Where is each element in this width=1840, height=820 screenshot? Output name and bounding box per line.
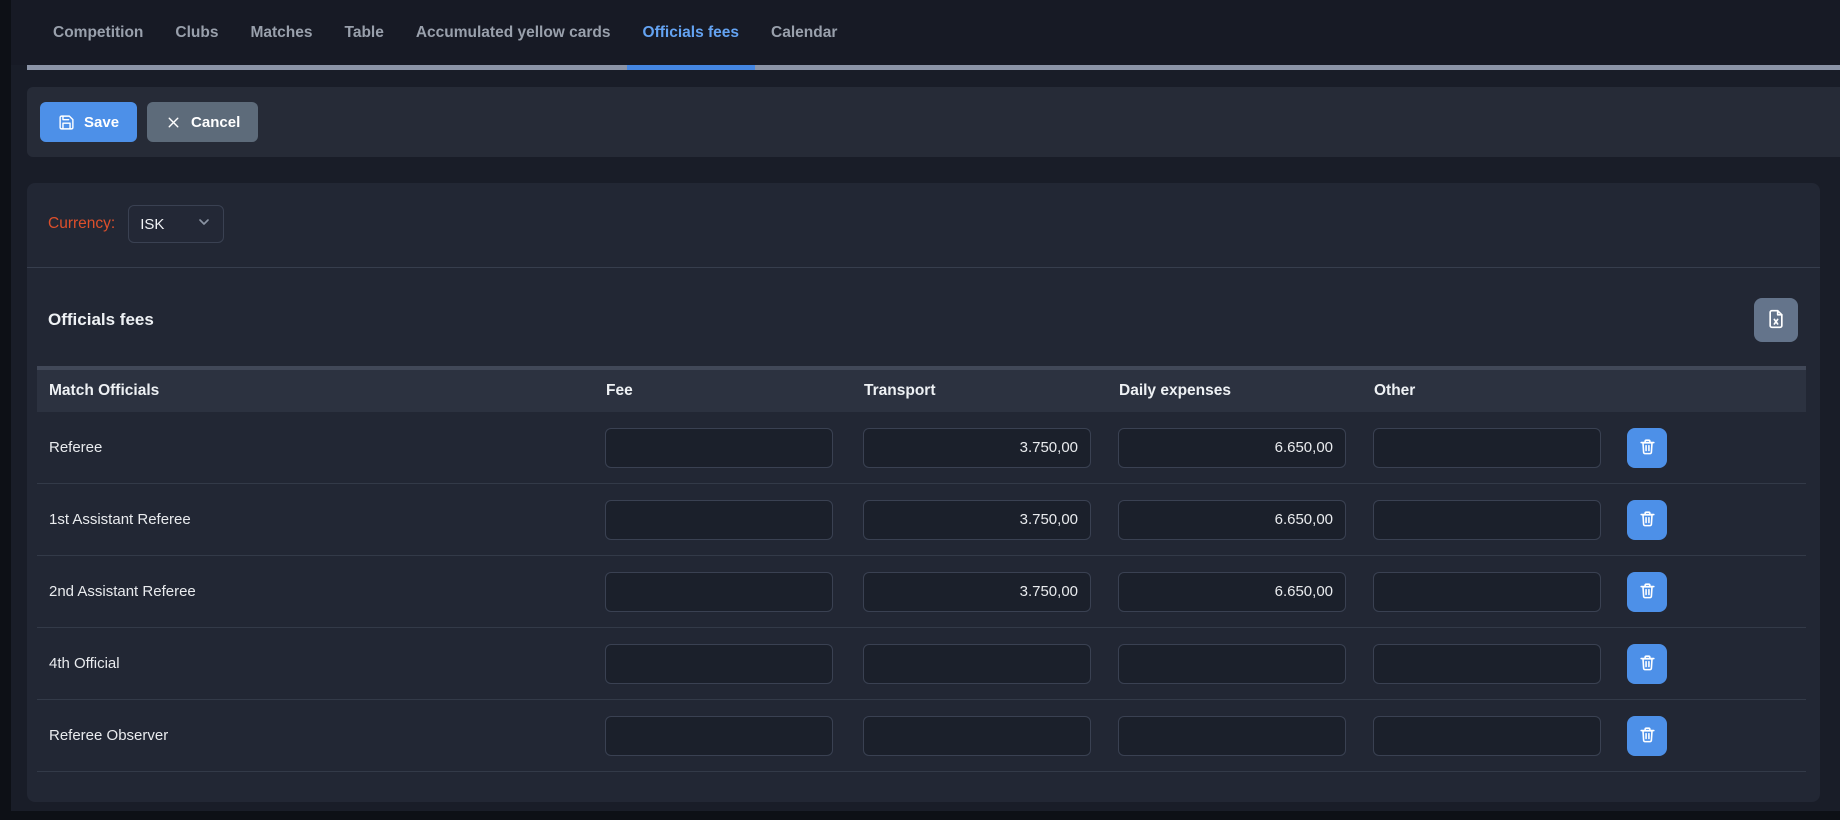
fee-input[interactable] <box>605 500 833 540</box>
transport-input[interactable] <box>863 716 1091 756</box>
tab-matches[interactable]: Matches <box>234 0 328 65</box>
daily-expenses-input[interactable] <box>1118 716 1346 756</box>
save-button-label: Save <box>84 114 119 131</box>
fee-input[interactable] <box>605 572 833 612</box>
daily-expenses-input[interactable] <box>1118 428 1346 468</box>
daily-expenses-input[interactable] <box>1118 572 1346 612</box>
transport-input[interactable] <box>863 644 1091 684</box>
other-input[interactable] <box>1373 572 1601 612</box>
table-row: 1st Assistant Referee <box>37 484 1806 556</box>
delete-row-button[interactable] <box>1627 500 1667 540</box>
column-header-other: Other <box>1365 382 1620 400</box>
trash-icon <box>1638 725 1657 747</box>
app-window: Competition Clubs Matches Table Accumula… <box>11 0 1840 811</box>
trash-icon <box>1638 581 1657 603</box>
transport-input[interactable] <box>863 572 1091 612</box>
x-icon <box>165 114 182 131</box>
currency-row: Currency: ISK <box>27 183 1820 267</box>
column-header-daily-expenses: Daily expenses <box>1110 382 1365 400</box>
official-name: Referee Observer <box>37 727 597 744</box>
transport-input[interactable] <box>863 500 1091 540</box>
column-header-fee: Fee <box>597 382 855 400</box>
tab-table[interactable]: Table <box>329 0 400 65</box>
other-input[interactable] <box>1373 428 1601 468</box>
tab-officials-fees[interactable]: Officials fees <box>627 0 756 65</box>
officials-fees-panel: Currency: ISK Officials fees <box>27 183 1820 802</box>
chevron-down-icon <box>196 214 212 235</box>
official-name: 1st Assistant Referee <box>37 511 597 528</box>
daily-expenses-input[interactable] <box>1118 500 1346 540</box>
section-title: Officials fees <box>48 310 154 330</box>
tab-bar-underline <box>27 65 1840 70</box>
tab-competition[interactable]: Competition <box>37 0 159 65</box>
officials-fees-table: Match Officials Fee Transport Daily expe… <box>37 366 1806 772</box>
other-input[interactable] <box>1373 716 1601 756</box>
official-name: 4th Official <box>37 655 597 672</box>
delete-row-button[interactable] <box>1627 716 1667 756</box>
tab-clubs[interactable]: Clubs <box>159 0 234 65</box>
table-header-row: Match Officials Fee Transport Daily expe… <box>37 366 1806 412</box>
table-row: Referee Observer <box>37 700 1806 772</box>
fee-input[interactable] <box>605 428 833 468</box>
transport-input[interactable] <box>863 428 1091 468</box>
delete-row-button[interactable] <box>1627 572 1667 612</box>
save-button[interactable]: Save <box>40 102 137 142</box>
toolbar: Save Cancel <box>27 87 1840 157</box>
currency-label: Currency: <box>48 215 115 233</box>
table-row: 4th Official <box>37 628 1806 700</box>
column-header-transport: Transport <box>855 382 1110 400</box>
tab-bar: Competition Clubs Matches Table Accumula… <box>11 0 1840 65</box>
cancel-button[interactable]: Cancel <box>147 102 258 142</box>
column-header-match-officials: Match Officials <box>37 382 597 400</box>
export-excel-button[interactable] <box>1754 298 1798 342</box>
file-excel-icon <box>1766 309 1786 332</box>
table-row: Referee <box>37 412 1806 484</box>
tab-accumulated-yellow-cards[interactable]: Accumulated yellow cards <box>400 0 627 65</box>
official-name: Referee <box>37 439 597 456</box>
section-header: Officials fees <box>27 268 1820 366</box>
daily-expenses-input[interactable] <box>1118 644 1346 684</box>
currency-selected-value: ISK <box>140 216 164 233</box>
trash-icon <box>1638 509 1657 531</box>
currency-select[interactable]: ISK <box>128 205 224 243</box>
fee-input[interactable] <box>605 716 833 756</box>
cancel-button-label: Cancel <box>191 114 240 131</box>
delete-row-button[interactable] <box>1627 428 1667 468</box>
delete-row-button[interactable] <box>1627 644 1667 684</box>
trash-icon <box>1638 437 1657 459</box>
tab-calendar[interactable]: Calendar <box>755 0 853 65</box>
table-row: 2nd Assistant Referee <box>37 556 1806 628</box>
trash-icon <box>1638 653 1657 675</box>
save-icon <box>58 114 75 131</box>
official-name: 2nd Assistant Referee <box>37 583 597 600</box>
fee-input[interactable] <box>605 644 833 684</box>
table-body: Referee 1st Assistant Referee <box>37 412 1806 772</box>
other-input[interactable] <box>1373 644 1601 684</box>
other-input[interactable] <box>1373 500 1601 540</box>
